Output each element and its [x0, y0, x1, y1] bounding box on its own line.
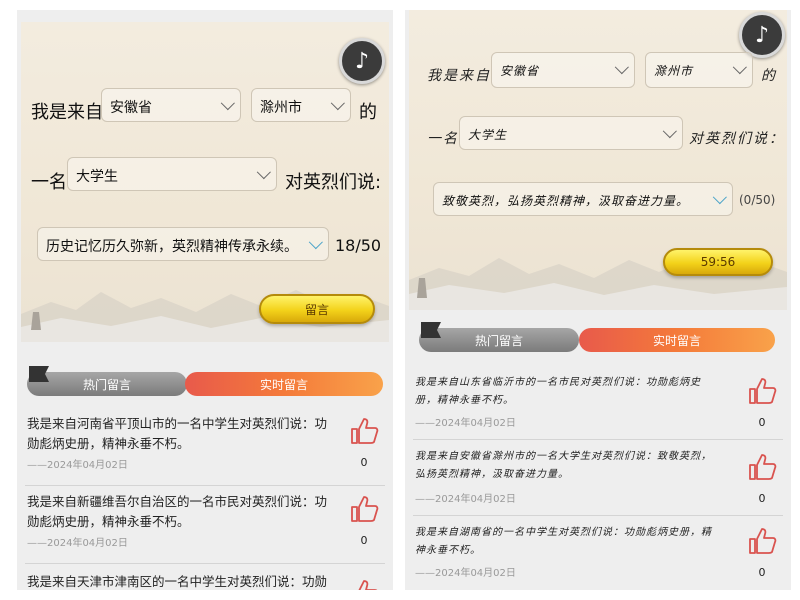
tab-hot-label: 热门留言 — [474, 333, 523, 348]
left-screen: ♪ 我是来自 安徽省 滁州市 的 一名 大学生 对英烈们说: 历史记忆历久弥新，… — [17, 10, 393, 590]
province-select[interactable]: 安徽省 — [101, 88, 241, 122]
tab-live-comments[interactable]: 实时留言 — [185, 372, 383, 396]
flag-icon — [421, 322, 441, 338]
from-label: 我是来自 — [427, 68, 491, 84]
comment-item: 我是来自湖南省的一名中学生对英烈们说：功勋彪炳史册，精神永垂不朽。 ——2024… — [413, 516, 783, 590]
like-count: 0 — [758, 566, 766, 579]
city-value: 滁州市 — [654, 64, 694, 78]
role-select[interactable]: 大学生 — [459, 116, 683, 150]
province-value: 安徽省 — [110, 100, 152, 116]
comment-list: 我是来自河南省平顶山市的一名中学生对英烈们说：功勋彪炳史册，精神永垂不朽。 ——… — [25, 408, 385, 590]
thumbs-up-icon[interactable] — [349, 578, 379, 590]
to-martyrs-label: 对英烈们说： — [689, 131, 785, 147]
message-value: 历史记忆历久弥新，英烈精神传承永续。 — [46, 239, 298, 255]
comment-text: 我是来自安徽省滁州市的一名大学生对英烈们说：致敬英烈，弘扬英烈精神，汲取奋进力量… — [415, 451, 712, 480]
comment-text: 我是来自新疆维吾尔自治区的一名市民对英烈们说：功勋彪炳史册，精神永垂不朽。 — [27, 494, 328, 529]
role-prefix-label: 一名 — [31, 172, 67, 193]
comment-text: 我是来自湖南省的一名中学生对英烈们说：功勋彪炳史册，精神永垂不朽。 — [415, 527, 712, 556]
role-prefix-label: 一名 — [427, 131, 459, 147]
thumbs-up-icon[interactable] — [349, 416, 379, 446]
of-label: 的 — [761, 68, 777, 84]
role-value: 大学生 — [468, 128, 508, 142]
comment-item: 我是来自新疆维吾尔自治区的一名市民对英烈们说：功勋彪炳史册，精神永垂不朽。 ——… — [25, 486, 385, 564]
city-value: 滁州市 — [260, 100, 302, 116]
comment-tabs: 热门留言 实时留言 — [27, 366, 383, 396]
like-count: 0 — [360, 456, 368, 469]
city-select[interactable]: 滁州市 — [251, 88, 351, 122]
comment-item: 我是来自河南省平顶山市的一名中学生对英烈们说：功勋彪炳史册，精神永垂不朽。 ——… — [25, 408, 385, 486]
comment-text: 我是来自河南省平顶山市的一名中学生对英烈们说：功勋彪炳史册，精神永垂不朽。 — [27, 416, 328, 451]
chevron-down-icon — [712, 190, 727, 205]
province-value: 安徽省 — [500, 64, 540, 78]
tab-live-comments[interactable]: 实时留言 — [579, 328, 775, 352]
message-value: 致敬英烈，弘扬英烈精神，汲取奋进力量。 — [442, 194, 690, 208]
right-screen: ♪ 我是来自 安徽省 滁州市 的 一名 大学生 对英烈们说： 致敬英烈，弘扬英烈… — [405, 10, 791, 590]
flag-icon — [29, 366, 49, 382]
city-select[interactable]: 滁州市 — [645, 52, 753, 88]
submit-label: 留言 — [304, 302, 329, 317]
role-select[interactable]: 大学生 — [67, 157, 277, 191]
thumbs-up-icon[interactable] — [747, 376, 777, 406]
music-toggle-button[interactable]: ♪ — [339, 38, 385, 84]
from-label: 我是来自 — [31, 102, 103, 123]
chevron-down-icon — [732, 60, 747, 75]
chevron-down-icon — [220, 96, 235, 111]
tab-live-label: 实时留言 — [259, 377, 308, 392]
submit-message-button[interactable]: 留言 — [259, 294, 375, 324]
comment-date: ——2024年04月02日 — [415, 568, 516, 579]
tab-hot-comments[interactable]: 热门留言 — [27, 366, 187, 396]
message-form: ♪ 我是来自 安徽省 滁州市 的 一名 大学生 对英烈们说： 致敬英烈，弘扬英烈… — [409, 10, 787, 310]
chevron-down-icon — [614, 60, 629, 75]
like-count: 0 — [758, 492, 766, 505]
comment-item: 我是来自天津市津南区的一名中学生对英烈们说：功勋彪炳 — [25, 564, 385, 590]
comment-date: ——2024年04月02日 — [27, 538, 128, 549]
thumbs-up-icon[interactable] — [349, 494, 379, 524]
comment-list: 我是来自山东省临沂市的一名市民对英烈们说：功勋彪炳史册，精神永垂不朽。 ——20… — [413, 366, 783, 590]
comment-tabs: 热门留言 实时留言 — [419, 322, 775, 352]
tab-hot-comments[interactable]: 热门留言 — [419, 322, 579, 352]
comment-item: 我是来自山东省临沂市的一名市民对英烈们说：功勋彪炳史册，精神永垂不朽。 ——20… — [413, 366, 783, 440]
char-counter: 18/50 — [335, 236, 382, 255]
chevron-down-icon — [662, 124, 677, 139]
message-select[interactable]: 历史记忆历久弥新，英烈精神传承永续。 — [37, 227, 329, 261]
comment-date: ——2024年04月02日 — [27, 460, 128, 471]
chevron-down-icon — [330, 96, 345, 111]
countdown-label: 59:56 — [700, 255, 736, 269]
like-count: 0 — [758, 416, 766, 429]
to-martyrs-label: 对英烈们说: — [285, 172, 382, 193]
chevron-down-icon — [256, 165, 271, 180]
comment-date: ——2024年04月02日 — [415, 494, 516, 505]
province-select[interactable]: 安徽省 — [491, 52, 635, 88]
tab-live-label: 实时留言 — [652, 333, 701, 348]
music-note-icon: ♪ — [754, 22, 770, 48]
thumbs-up-icon[interactable] — [747, 526, 777, 556]
of-label: 的 — [359, 102, 377, 123]
message-form: ♪ 我是来自 安徽省 滁州市 的 一名 大学生 对英烈们说: 历史记忆历久弥新，… — [21, 22, 389, 342]
role-value: 大学生 — [76, 169, 118, 185]
comment-text: 我是来自天津市津南区的一名中学生对英烈们说：功勋彪炳 — [27, 574, 328, 589]
comment-date: ——2024年04月02日 — [415, 418, 516, 429]
submit-countdown-button[interactable]: 59:56 — [663, 248, 773, 276]
tab-hot-label: 热门留言 — [82, 377, 131, 392]
comment-item: 我是来自安徽省滁州市的一名大学生对英烈们说：致敬英烈，弘扬英烈精神，汲取奋进力量… — [413, 440, 783, 516]
comment-text: 我是来自山东省临沂市的一名市民对英烈们说：功勋彪炳史册，精神永垂不朽。 — [415, 377, 701, 406]
message-select[interactable]: 致敬英烈，弘扬英烈精神，汲取奋进力量。 — [433, 182, 733, 216]
like-count: 0 — [360, 534, 368, 547]
char-counter: (0/50) — [739, 193, 776, 207]
chevron-down-icon — [308, 235, 323, 250]
music-note-icon: ♪ — [354, 48, 370, 74]
thumbs-up-icon[interactable] — [747, 452, 777, 482]
